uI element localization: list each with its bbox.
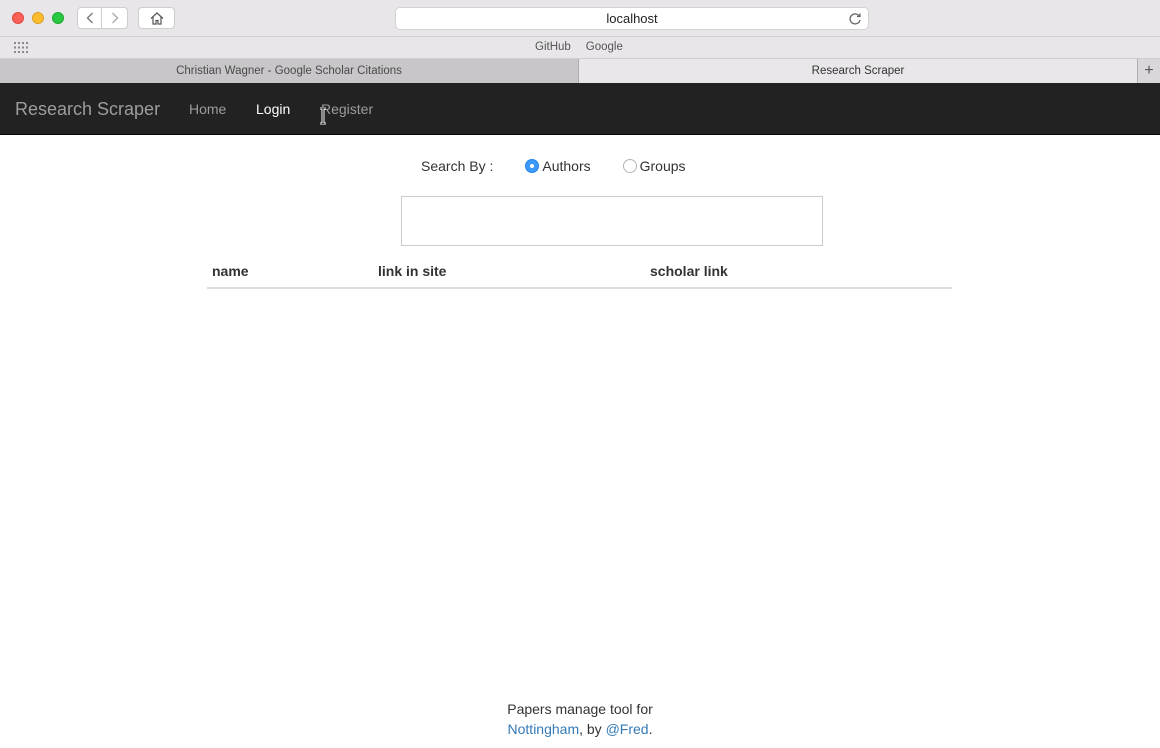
bookmark-github[interactable]: GitHub	[535, 41, 571, 53]
home-icon	[150, 11, 163, 25]
search-by-label: Search By :	[421, 158, 494, 174]
zoom-window-button[interactable]	[52, 12, 64, 24]
reload-icon[interactable]	[847, 11, 863, 27]
text-cursor-icon	[320, 107, 326, 125]
radio-groups-label[interactable]: Groups	[640, 158, 686, 174]
nav-register[interactable]: Register	[321, 101, 373, 117]
home-button[interactable]	[138, 7, 175, 29]
tab-research-scraper[interactable]: Research Scraper	[579, 59, 1137, 83]
brand-link[interactable]: Research Scraper	[15, 99, 160, 120]
footer-link-nottingham[interactable]: Nottingham	[508, 721, 580, 737]
radio-authors[interactable]: Authors	[525, 158, 591, 174]
tab-scholar-citations[interactable]: Christian Wagner - Google Scholar Citati…	[0, 59, 579, 83]
footer-link-fred[interactable]: @Fred	[606, 721, 649, 737]
nav-login[interactable]: Login	[256, 101, 290, 117]
search-by-group: Search By : Authors Groups	[421, 158, 718, 174]
footer: Papers manage tool for Nottingham, by @F…	[0, 699, 1160, 739]
column-header-name: name	[207, 259, 373, 289]
back-button[interactable]	[77, 7, 102, 29]
minimize-window-button[interactable]	[32, 12, 44, 24]
column-header-scholar-link: scholar link	[645, 259, 952, 289]
nav-home[interactable]: Home	[189, 101, 226, 117]
footer-separator: , by	[579, 721, 606, 737]
chevron-left-icon	[86, 12, 93, 24]
browser-titlebar: localhost	[0, 0, 1160, 37]
footer-line1: Papers manage tool for	[507, 701, 653, 717]
app-navbar: Research Scraper Home Login Register	[0, 83, 1160, 135]
chevron-right-icon	[111, 12, 118, 24]
footer-line2: Nottingham, by @Fred.	[0, 719, 1160, 739]
radio-authors-button[interactable]	[525, 159, 540, 173]
radio-groups[interactable]: Groups	[622, 158, 686, 174]
grid-icon[interactable]	[14, 42, 28, 53]
bookmarks-bar: GitHub Google	[0, 37, 1160, 59]
new-tab-button[interactable]: +	[1137, 59, 1160, 83]
address-bar[interactable]: localhost	[395, 7, 869, 30]
tab-strip: Christian Wagner - Google Scholar Citati…	[0, 59, 1160, 83]
radio-authors-label[interactable]: Authors	[542, 158, 590, 174]
search-input[interactable]	[401, 196, 823, 246]
footer-end: .	[648, 721, 653, 737]
forward-button[interactable]	[102, 7, 128, 29]
radio-groups-button[interactable]	[622, 159, 637, 173]
table-header-row: name link in site scholar link	[207, 259, 952, 289]
close-window-button[interactable]	[12, 12, 24, 24]
bookmark-google[interactable]: Google	[586, 41, 623, 53]
column-header-link-in-site: link in site	[373, 259, 645, 289]
url-text: localhost	[606, 11, 658, 26]
results-table: name link in site scholar link	[207, 259, 952, 289]
